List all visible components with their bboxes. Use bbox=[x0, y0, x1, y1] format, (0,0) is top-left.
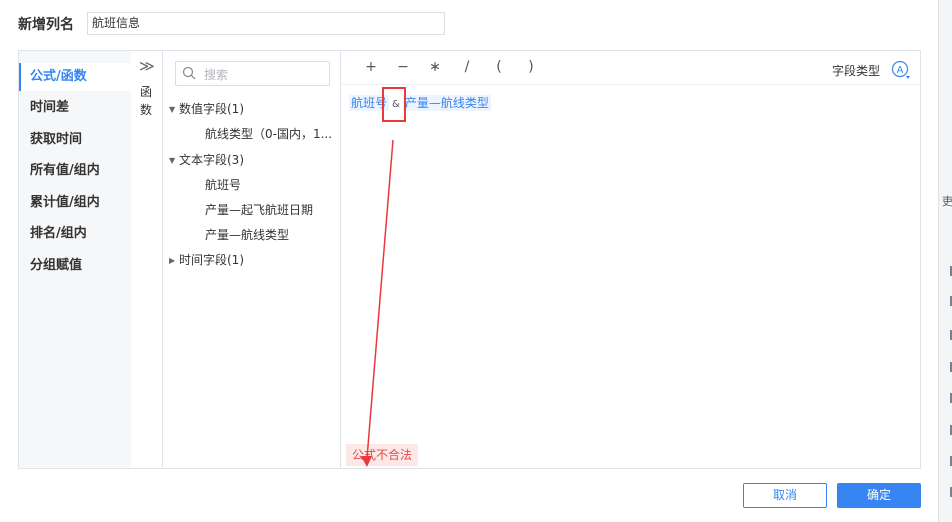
field-item[interactable]: 产量—起飞航班日期 bbox=[205, 201, 313, 218]
background-glyph: 吏 bbox=[942, 195, 952, 208]
search-placeholder: 搜索 bbox=[204, 68, 229, 82]
tree-group-label: 数值字段(1) bbox=[179, 102, 244, 116]
caret-down-icon[interactable]: ▼ bbox=[169, 105, 179, 114]
minus-button[interactable]: − bbox=[395, 59, 411, 75]
category-formula-function[interactable]: 公式/函数 bbox=[19, 63, 131, 91]
tree-group-label: 文本字段(3) bbox=[179, 153, 244, 167]
open-paren-button[interactable]: ( bbox=[491, 59, 507, 75]
close-paren-button[interactable]: ) bbox=[523, 59, 539, 75]
formula-operator-ampersand: & bbox=[392, 99, 400, 110]
category-cumulative-group[interactable]: 累计值/组内 bbox=[19, 189, 131, 217]
category-all-values-group[interactable]: 所有值/组内 bbox=[19, 157, 131, 185]
category-group-assign[interactable]: 分组赋值 bbox=[19, 252, 131, 280]
plus-button[interactable]: + bbox=[363, 59, 379, 75]
category-sidebar: 公式/函数 时间差 获取时间 所有值/组内 累计值/组内 排名/组内 分组赋值 bbox=[19, 51, 131, 468]
formula-editor[interactable]: + − ∗ / ( ) 字段类型 A 航班号 & 产量—航线类型 公式不合法 bbox=[341, 51, 920, 468]
cancel-button[interactable]: 取消 bbox=[743, 483, 827, 508]
formula-editor-panel: 公式/函数 时间差 获取时间 所有值/组内 累计值/组内 排名/组内 分组赋值 … bbox=[18, 50, 921, 469]
formula-content[interactable]: 航班号 & 产量—航线类型 bbox=[349, 94, 491, 111]
tree-group-text[interactable]: ▼ 文本字段(3) bbox=[169, 151, 244, 168]
formula-error-message: 公式不合法 bbox=[346, 444, 419, 466]
double-chevron-right-icon[interactable]: ≫ bbox=[139, 57, 155, 75]
tree-group-numeric[interactable]: ▼ 数值字段(1) bbox=[169, 100, 244, 117]
field-list-panel: 搜索 ▼ 数值字段(1) 航线类型（0-国内，1... ▼ 文本字段(3) 航班号 … bbox=[163, 51, 341, 468]
function-panel-toggle[interactable]: ≫ 函 数 bbox=[131, 51, 163, 468]
svg-text:A: A bbox=[897, 65, 904, 76]
confirm-button[interactable]: 确定 bbox=[837, 483, 921, 508]
caret-right-icon[interactable]: ▶ bbox=[169, 256, 179, 265]
caret-down-icon[interactable]: ▼ bbox=[169, 156, 179, 165]
multiply-button[interactable]: ∗ bbox=[427, 59, 443, 75]
tree-group-label: 时间字段(1) bbox=[179, 253, 244, 267]
field-item[interactable]: 航线类型（0-国内，1... bbox=[205, 125, 332, 142]
category-get-time[interactable]: 获取时间 bbox=[19, 126, 131, 154]
category-time-diff[interactable]: 时间差 bbox=[19, 94, 131, 122]
function-label-line1: 函 bbox=[139, 85, 152, 99]
search-icon bbox=[182, 66, 196, 80]
formula-token-field[interactable]: 航班号 bbox=[349, 95, 390, 111]
field-type-a-icon[interactable]: A bbox=[890, 59, 912, 81]
background-window-edge: 吏 bbox=[938, 0, 952, 522]
field-type-label: 字段类型 bbox=[831, 64, 880, 78]
function-label-line2: 数 bbox=[139, 103, 152, 117]
column-name-input[interactable]: 航班信息 bbox=[87, 12, 445, 35]
add-column-dialog: 新增列名 航班信息 公式/函数 时间差 获取时间 所有值/组内 累计值/组内 排… bbox=[0, 0, 952, 522]
field-item[interactable]: 产量—航线类型 bbox=[205, 226, 289, 243]
formula-token-field[interactable]: 产量—航线类型 bbox=[402, 95, 491, 111]
operator-toolbar: + − ∗ / ( ) 字段类型 A bbox=[341, 51, 920, 85]
field-item[interactable]: 航班号 bbox=[205, 176, 241, 193]
column-name-label: 新增列名 bbox=[18, 17, 74, 33]
function-label: 函 数 bbox=[138, 83, 154, 119]
search-input[interactable]: 搜索 bbox=[175, 61, 330, 86]
tree-group-time[interactable]: ▶ 时间字段(1) bbox=[169, 251, 244, 268]
category-rank-group[interactable]: 排名/组内 bbox=[19, 220, 131, 248]
divide-button[interactable]: / bbox=[459, 59, 475, 75]
